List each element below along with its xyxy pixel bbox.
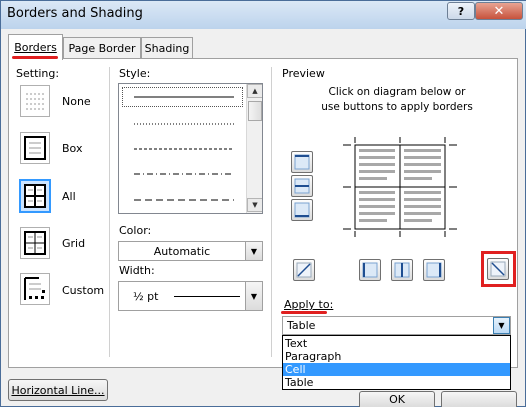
diagonal-up-icon: [296, 262, 312, 278]
scroll-down-button[interactable]: ▼: [247, 198, 262, 212]
setting-label: Setting:: [16, 67, 60, 80]
apply-to-value: Table: [287, 319, 316, 332]
width-value: ½ pt: [133, 290, 159, 303]
scroll-thumb[interactable]: [248, 101, 262, 121]
ok-button[interactable]: OK: [359, 391, 435, 407]
chevron-down-icon[interactable]: ▼: [245, 242, 262, 260]
borders-shading-dialog: Borders and Shading ? ✕ Borders Page Bor…: [0, 0, 526, 407]
width-dropdown[interactable]: ½ pt ▼: [118, 281, 263, 311]
style-line-samples: [134, 96, 234, 201]
separator-right: [271, 67, 272, 357]
setting-box-label[interactable]: Box: [62, 142, 82, 155]
style-listbox[interactable]: ▲ ▼: [118, 83, 263, 214]
title-bar: Borders and Shading ? ✕: [1, 1, 526, 29]
color-value: Automatic: [153, 244, 211, 258]
setting-box-icon: [24, 136, 46, 160]
tab-page-border[interactable]: Page Border: [63, 37, 141, 59]
tab-borders-label: Borders: [14, 41, 57, 54]
setting-grid-box[interactable]: [20, 227, 50, 259]
tab-shading[interactable]: Shading: [141, 37, 193, 59]
chevron-down-icon[interactable]: ▼: [493, 317, 510, 334]
horizontal-line-button[interactable]: Horizontal Line...: [8, 379, 108, 401]
diagonal-up-border-button[interactable]: [293, 259, 315, 281]
setting-none-icon: [26, 93, 44, 110]
tab-annotation-underline: [12, 56, 58, 59]
close-button[interactable]: ✕: [475, 2, 523, 20]
width-line-sample: [174, 296, 240, 297]
width-label: Width:: [119, 264, 155, 277]
preview-instructions: Click on diagram below or use buttons to…: [321, 86, 473, 113]
left-border-button[interactable]: [359, 259, 381, 281]
tab-shading-label: Shading: [144, 42, 190, 55]
option-text[interactable]: Text: [283, 337, 510, 350]
help-button[interactable]: ?: [447, 2, 475, 20]
preview-diagram[interactable]: [343, 137, 457, 237]
setting-grid-label[interactable]: Grid: [62, 237, 85, 250]
diagonal-down-border-button[interactable]: [487, 258, 509, 280]
setting-all-label[interactable]: All: [62, 190, 76, 203]
bottom-border-button[interactable]: [291, 199, 313, 221]
setting-none-label[interactable]: None: [62, 95, 91, 108]
ok-button-label: OK: [389, 393, 405, 406]
apply-to-label: Apply to:: [284, 298, 334, 311]
right-border-button[interactable]: [423, 259, 445, 281]
setting-box-box[interactable]: [20, 132, 50, 164]
color-dropdown[interactable]: Automatic ▼: [118, 241, 263, 261]
setting-all-icon: [24, 184, 46, 208]
cancel-button[interactable]: [441, 391, 517, 407]
diagonal-down-icon: [490, 261, 506, 277]
color-label: Color:: [119, 224, 152, 237]
border-inside-horizontal-icon: [294, 178, 310, 194]
option-table[interactable]: Table: [283, 376, 510, 389]
border-left-icon: [362, 262, 378, 278]
setting-none-box[interactable]: [20, 85, 50, 117]
option-cell[interactable]: Cell: [283, 363, 510, 376]
dialog-title: Borders and Shading: [7, 6, 143, 21]
inside-horizontal-border-button[interactable]: [291, 175, 313, 197]
setting-grid-icon: [24, 231, 46, 255]
tab-page-border-label: Page Border: [68, 42, 136, 55]
setting-custom-box[interactable]: [20, 273, 50, 305]
horizontal-line-button-label: Horizontal Line...: [11, 383, 105, 397]
border-top-icon: [294, 154, 310, 170]
preview-label: Preview: [282, 67, 325, 80]
chevron-down-icon[interactable]: ▼: [245, 282, 262, 310]
apply-to-annotation-underline: [281, 311, 327, 314]
scroll-up-button[interactable]: ▲: [247, 84, 262, 98]
setting-all-box[interactable]: [19, 179, 51, 213]
option-paragraph[interactable]: Paragraph: [283, 350, 510, 363]
top-border-button[interactable]: [291, 151, 313, 173]
setting-custom-icon: [24, 277, 45, 300]
style-label: Style:: [119, 67, 151, 80]
border-right-icon: [426, 262, 442, 278]
apply-to-dropdown[interactable]: Table ▼: [282, 316, 511, 335]
inside-vertical-border-button[interactable]: [391, 259, 413, 281]
setting-custom-label[interactable]: Custom: [62, 284, 104, 297]
border-inside-vertical-icon: [394, 262, 410, 278]
preview-table-graphic: [343, 137, 457, 237]
style-scrollbar[interactable]: ▲ ▼: [246, 84, 262, 213]
apply-to-options-list[interactable]: Text Paragraph Cell Table: [282, 335, 511, 390]
border-bottom-icon: [294, 202, 310, 218]
separator-left: [109, 67, 110, 357]
